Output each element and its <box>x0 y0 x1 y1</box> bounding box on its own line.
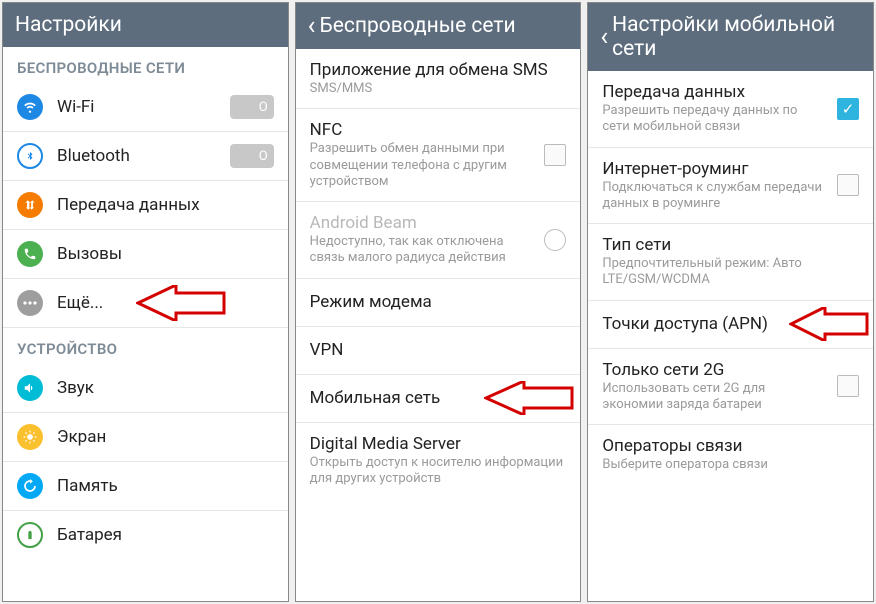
back-icon[interactable]: ‹ <box>600 24 608 50</box>
header-wireless[interactable]: ‹ Беспроводные сети <box>296 3 581 49</box>
calls-icon <box>17 241 43 267</box>
row-vpn[interactable]: VPN <box>296 327 581 375</box>
apn-label: Точки доступа (APN) <box>602 314 859 334</box>
network-type-sub: Предпочтительный режим: Авто LTE/GSM/WCD… <box>602 256 859 289</box>
only-2g-sub: Использовать сети 2G для экономии заряда… <box>602 381 827 414</box>
row-memory[interactable]: Память <box>3 462 288 511</box>
nfc-label: NFC <box>310 120 535 140</box>
battery-label: Батарея <box>57 525 274 545</box>
calls-label: Вызовы <box>57 244 274 264</box>
row-android-beam: Android Beam Недоступно, так как отключе… <box>296 202 581 279</box>
data-usage-label: Передача данных <box>57 195 274 215</box>
mobile-network-panel: ‹ Настройки мобильной сети Передача данн… <box>587 2 874 602</box>
sms-app-sub: SMS/MMS <box>310 81 567 97</box>
wifi-icon <box>17 94 43 120</box>
back-icon[interactable]: ‹ <box>308 13 316 39</box>
row-data-usage[interactable]: Передача данных <box>3 181 288 230</box>
operators-label: Операторы связи <box>602 436 859 456</box>
memory-label: Память <box>57 476 274 496</box>
row-mobile-network[interactable]: Мобильная сеть <box>296 375 581 423</box>
section-wireless: БЕСПРОВОДНЫЕ СЕТИ <box>3 47 288 83</box>
row-wifi[interactable]: Wi-Fi O <box>3 83 288 132</box>
only-2g-label: Только сети 2G <box>602 360 827 380</box>
header-settings: Настройки <box>3 3 288 47</box>
beam-radio <box>544 229 566 251</box>
beam-sub: Недоступно, так как отключена связь мало… <box>310 234 535 267</box>
dms-label: Digital Media Server <box>310 434 567 454</box>
header-title: Настройки мобильной сети <box>612 13 861 61</box>
network-type-label: Тип сети <box>602 235 859 255</box>
more-label: Ещё... <box>57 293 274 313</box>
row-sms-app[interactable]: Приложение для обмена SMS SMS/MMS <box>296 49 581 109</box>
data-usage-icon <box>17 192 43 218</box>
beam-label: Android Beam <box>310 213 535 233</box>
roaming-sub: Подключаться к службам передачи данных в… <box>602 180 827 213</box>
settings-panel: Настройки БЕСПРОВОДНЫЕ СЕТИ Wi-Fi O Blue… <box>2 2 289 602</box>
row-operators[interactable]: Операторы связи Выберите оператора связи <box>588 425 873 484</box>
mobile-data-checkbox[interactable]: ✓ <box>837 98 859 120</box>
mobile-data-label: Передача данных <box>602 82 827 102</box>
header-title: Беспроводные сети <box>319 14 515 38</box>
battery-icon <box>17 522 43 548</box>
operators-sub: Выберите оператора связи <box>602 457 859 473</box>
bluetooth-icon <box>17 143 43 169</box>
screen-label: Экран <box>57 427 274 447</box>
screen-icon <box>17 424 43 450</box>
row-more[interactable]: Ещё... <box>3 279 288 328</box>
wifi-toggle[interactable]: O <box>230 95 274 119</box>
row-apn[interactable]: Точки доступа (APN) <box>588 301 873 349</box>
wireless-panel: ‹ Беспроводные сети Приложение для обмен… <box>295 2 582 602</box>
row-mobile-data[interactable]: Передача данных Разрешить передачу данны… <box>588 71 873 148</box>
only-2g-checkbox[interactable] <box>837 375 859 397</box>
header-title: Настройки <box>15 13 122 37</box>
mobile-data-sub: Разрешить передачу данных по сети мобиль… <box>602 103 827 136</box>
tethering-label: Режим модема <box>310 292 567 312</box>
row-only-2g[interactable]: Только сети 2G Использовать сети 2G для … <box>588 349 873 426</box>
nfc-checkbox[interactable] <box>544 144 566 166</box>
row-sound[interactable]: Звук <box>3 364 288 413</box>
bluetooth-label: Bluetooth <box>57 146 230 166</box>
row-dms[interactable]: Digital Media Server Открыть доступ к но… <box>296 423 581 499</box>
bluetooth-toggle[interactable]: O <box>230 144 274 168</box>
row-bluetooth[interactable]: Bluetooth O <box>3 132 288 181</box>
section-device: УСТРОЙСТВО <box>3 328 288 364</box>
sound-label: Звук <box>57 378 274 398</box>
mobile-network-label: Мобильная сеть <box>310 388 567 408</box>
roaming-label: Интернет-роуминг <box>602 159 827 179</box>
sound-icon <box>17 375 43 401</box>
wifi-label: Wi-Fi <box>57 97 230 117</box>
row-roaming[interactable]: Интернет-роуминг Подключаться к службам … <box>588 148 873 225</box>
row-tethering[interactable]: Режим модема <box>296 279 581 327</box>
dms-sub: Открыть доступ к носителю информации для… <box>310 455 567 488</box>
more-icon <box>17 290 43 316</box>
memory-icon <box>17 473 43 499</box>
row-battery[interactable]: Батарея <box>3 511 288 559</box>
roaming-checkbox[interactable] <box>837 174 859 196</box>
row-calls[interactable]: Вызовы <box>3 230 288 279</box>
vpn-label: VPN <box>310 340 567 360</box>
nfc-sub: Разрешить обмен данными при совмещении т… <box>310 141 535 190</box>
row-nfc[interactable]: NFC Разрешить обмен данными при совмещен… <box>296 109 581 202</box>
header-mobile-network[interactable]: ‹ Настройки мобильной сети <box>588 3 873 71</box>
row-screen[interactable]: Экран <box>3 413 288 462</box>
row-network-type[interactable]: Тип сети Предпочтительный режим: Авто LT… <box>588 224 873 301</box>
sms-app-label: Приложение для обмена SMS <box>310 60 567 80</box>
